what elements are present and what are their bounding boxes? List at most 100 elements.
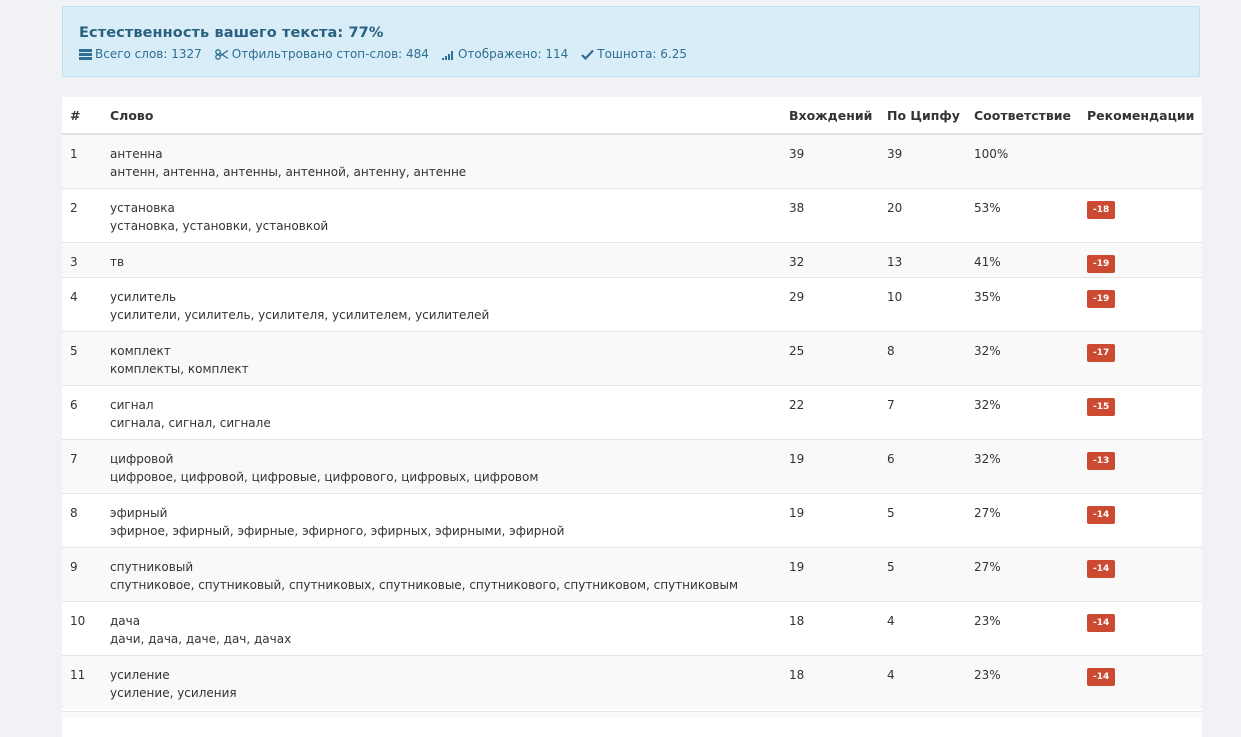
word-cell: сигнал сигнала, сигнал, сигнале — [110, 384, 789, 439]
column-header-count[interactable]: Вхождений — [789, 97, 887, 135]
zipf-cell: 20 — [887, 187, 974, 242]
recommendation-badge: -17 — [1087, 343, 1116, 362]
recommendation-cell: -14 — [1087, 600, 1202, 655]
table-row: 2 установка установка, установки, установк… — [62, 187, 1202, 242]
word-forms: цифровое, цифровой, цифровые, цифрового,… — [110, 469, 539, 484]
row-number: 4 — [62, 276, 110, 331]
match-cell: 53% — [974, 187, 1087, 242]
count-cell: 18 — [789, 600, 887, 655]
count-cell: 19 — [789, 492, 887, 547]
word-forms: сигнала, сигнал, сигнале — [110, 415, 271, 430]
table-row: 8 эфирный эфирное, эфирный, эфирные, эфирн… — [62, 492, 1202, 547]
recommendation-cell: -15 — [1087, 384, 1202, 439]
count-cell: 22 — [789, 384, 887, 439]
column-header-zipf[interactable]: По Ципфу — [887, 97, 974, 135]
word: дача — [110, 613, 141, 628]
row-number: 9 — [62, 546, 110, 601]
word: цифровой — [110, 451, 174, 466]
signal-bars-icon — [441, 49, 455, 60]
zipf-cell: 39 — [887, 133, 974, 188]
naturalness-title: Естественность вашего текста: 77% — [79, 25, 384, 41]
word: антенна — [110, 147, 163, 161]
word: усиление — [110, 667, 170, 682]
recommendation-cell: -14 — [1087, 492, 1202, 547]
zipf-cell: 10 — [887, 276, 974, 331]
zipf-cell: 6 — [887, 438, 974, 493]
count-cell: 38 — [789, 187, 887, 242]
row-number: 2 — [62, 187, 110, 242]
match-cell: 35% — [974, 276, 1087, 331]
recommendation-badge: -13 — [1087, 451, 1116, 470]
zipf-cell: 4 — [887, 654, 974, 709]
table-row: 5 комплект комплекты, комплект 25 8 32% -17 — [62, 330, 1202, 385]
column-header-word[interactable]: Слово — [110, 97, 789, 135]
stat-label: Тошнота: 6.25 — [597, 47, 687, 61]
word-cell: усиление усиление, усиления — [110, 654, 789, 709]
count-cell: 25 — [789, 330, 887, 385]
word-cell: антенна антенн, антенна, антенны, антенно… — [110, 133, 789, 188]
match-cell: 23% — [974, 600, 1087, 655]
word-forms: усиление, усиления — [110, 685, 237, 700]
match-cell: 32% — [974, 330, 1087, 385]
word: установка — [110, 200, 175, 215]
count-cell: 19 — [789, 546, 887, 601]
column-header-match[interactable]: Соответствие — [974, 97, 1087, 135]
recommendation-cell — [1087, 133, 1202, 188]
zipf-cell: 8 — [887, 330, 974, 385]
stat-total-words: Всего слов: 1327 — [79, 47, 202, 61]
match-cell: 32% — [974, 384, 1087, 439]
match-cell: 32% — [974, 438, 1087, 493]
recommendation-badge: -14 — [1087, 613, 1116, 632]
count-cell: 39 — [789, 133, 887, 188]
word-forms: эфирное, эфирный, эфирные, эфирного, эфи… — [110, 523, 565, 538]
match-cell: 100% — [974, 133, 1087, 188]
count-cell: 32 — [789, 241, 887, 277]
word: тв — [110, 254, 125, 269]
recommendation-badge: -18 — [1087, 200, 1116, 219]
word-frequency-panel: # Слово Вхождений По Ципфу Соответствие … — [62, 97, 1202, 737]
recommendation-badge: -14 — [1087, 667, 1116, 686]
recommendation-badge: -15 — [1087, 397, 1116, 416]
recommendation-cell: -14 — [1087, 546, 1202, 601]
row-number: 8 — [62, 492, 110, 547]
word-cell: спутниковый спутниковое, спутниковый, спу… — [110, 546, 789, 601]
stat-displayed: Отображено: 114 — [441, 47, 569, 61]
row-number: 11 — [62, 654, 110, 709]
word: эфирный — [110, 505, 168, 520]
match-cell: 41% — [974, 241, 1087, 277]
row-number: 10 — [62, 600, 110, 655]
check-icon — [581, 49, 595, 60]
recommendation-cell: -13 — [1087, 438, 1202, 493]
word: сигнал — [110, 397, 154, 412]
word: комплект — [110, 343, 171, 358]
table-row: 9 спутниковый спутниковое, спутниковый, сп… — [62, 546, 1202, 601]
table-row: 3 тв 32 13 41% -19 — [62, 241, 1202, 277]
column-header-num[interactable]: # — [62, 97, 110, 135]
word-cell: дача дачи, дача, даче, дач, дачах — [110, 600, 789, 655]
row-number: 3 — [62, 241, 110, 277]
zipf-cell: 5 — [887, 546, 974, 601]
stats-bar: Всего слов: 1327 Отфильтровано стоп-слов… — [79, 47, 1183, 61]
stat-label: Отображено: 114 — [457, 47, 569, 61]
naturalness-alert: Естественность вашего текста: 77% Всего … — [62, 6, 1200, 77]
word-forms: антенн, антенна, антенны, антенной, анте… — [110, 165, 467, 179]
count-cell: 18 — [789, 654, 887, 709]
word-cell: эфирный эфирное, эфирный, эфирные, эфирно… — [110, 492, 789, 547]
zipf-cell: 5 — [887, 492, 974, 547]
word-frequency-table: # Слово Вхождений По Ципфу Соответствие … — [62, 97, 1202, 709]
word: усилитель — [110, 289, 177, 304]
stat-filtered-stopwords: Отфильтровано стоп-слов: 484 — [214, 47, 429, 61]
stat-nausea: Тошнота: 6.25 — [581, 47, 687, 61]
recommendation-badge: -14 — [1087, 505, 1116, 524]
table-row: 11 усиление усиление, усиления 18 4 23% -14 — [62, 654, 1202, 709]
column-header-recommendations[interactable]: Рекомендации — [1087, 97, 1202, 135]
recommendation-cell: -19 — [1087, 276, 1202, 331]
recommendation-cell: -14 — [1087, 654, 1202, 709]
match-cell: 27% — [974, 492, 1087, 547]
list-icon — [79, 48, 92, 60]
recommendation-cell: -18 — [1087, 187, 1202, 242]
match-cell: 27% — [974, 546, 1087, 601]
word-forms: комплекты, комплект — [110, 361, 249, 376]
scissors-icon — [214, 48, 229, 60]
row-number: 6 — [62, 384, 110, 439]
